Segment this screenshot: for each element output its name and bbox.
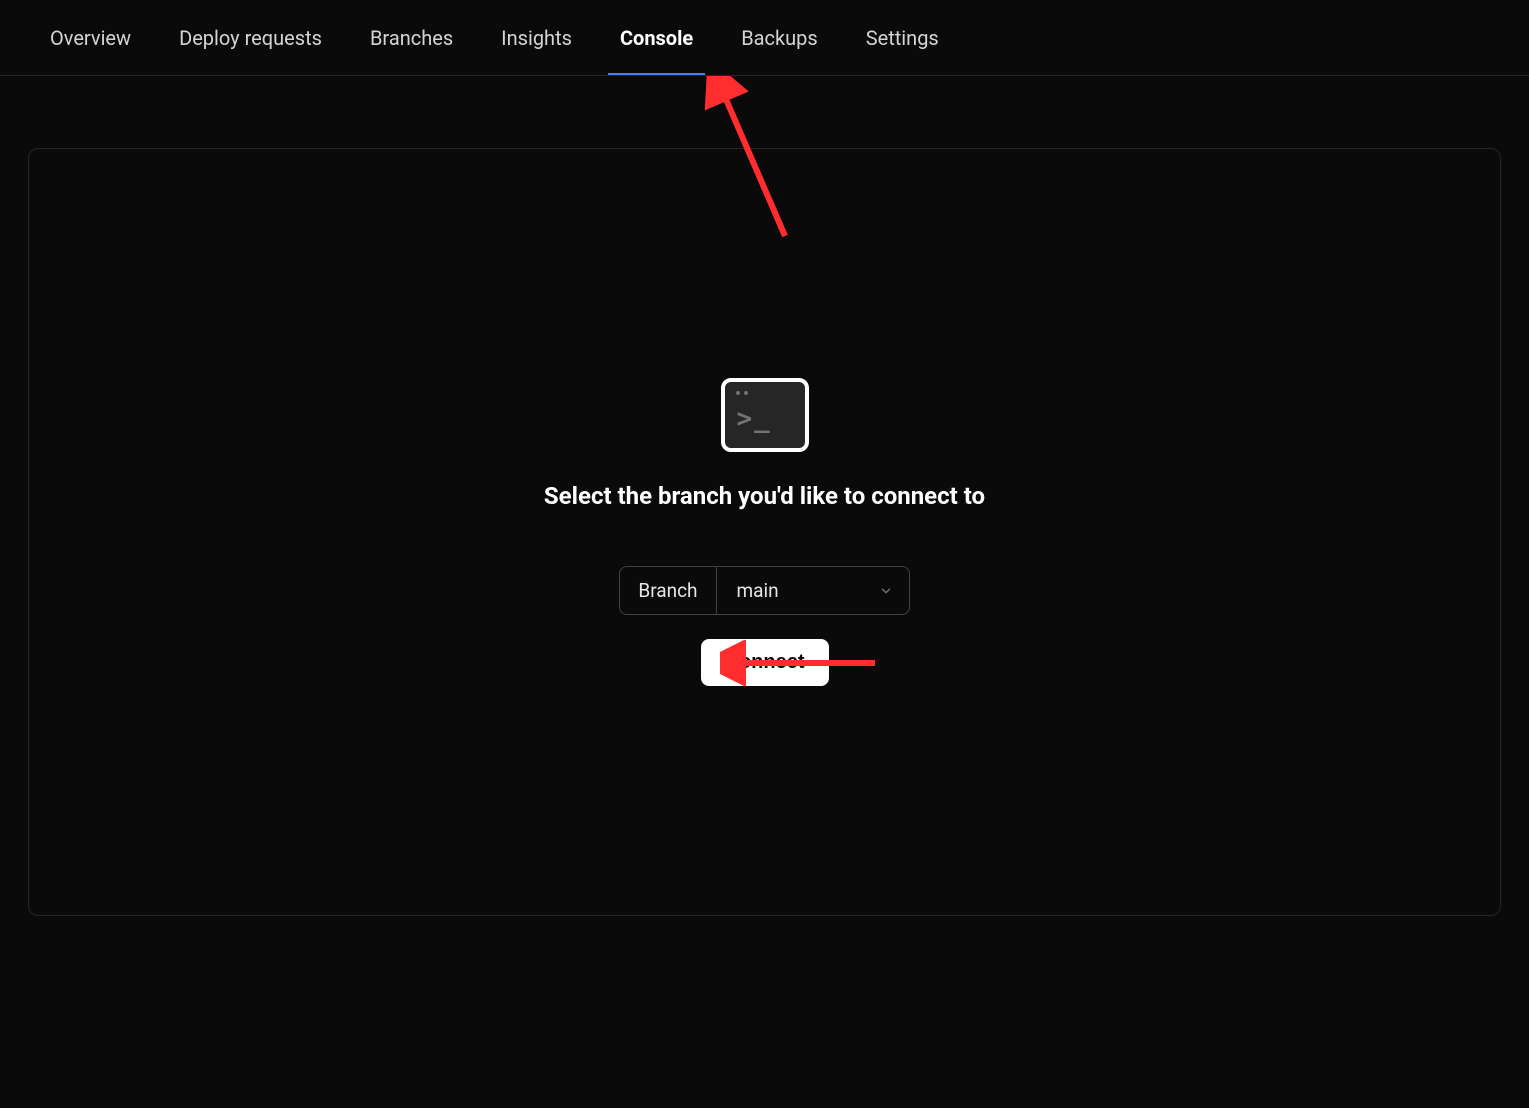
chevron-down-icon xyxy=(879,584,893,598)
tab-deploy-requests[interactable]: Deploy requests xyxy=(179,2,322,74)
connect-button[interactable]: Connect xyxy=(701,639,829,686)
console-panel: >_ Select the branch you'd like to conne… xyxy=(28,148,1501,916)
terminal-icon: >_ xyxy=(721,378,809,452)
branch-value: main xyxy=(737,579,779,602)
nav-tabs: Overview Deploy requests Branches Insigh… xyxy=(0,0,1529,76)
tab-console[interactable]: Console xyxy=(620,2,693,74)
branch-selector: Branch main xyxy=(619,566,909,615)
branch-label: Branch xyxy=(620,567,716,614)
branch-dropdown[interactable]: main xyxy=(717,567,909,614)
tab-backups[interactable]: Backups xyxy=(741,2,818,74)
console-heading: Select the branch you'd like to connect … xyxy=(544,482,985,510)
tab-branches[interactable]: Branches xyxy=(370,2,453,74)
tab-insights[interactable]: Insights xyxy=(501,2,572,74)
tab-settings[interactable]: Settings xyxy=(866,2,939,74)
tab-overview[interactable]: Overview xyxy=(50,2,131,74)
